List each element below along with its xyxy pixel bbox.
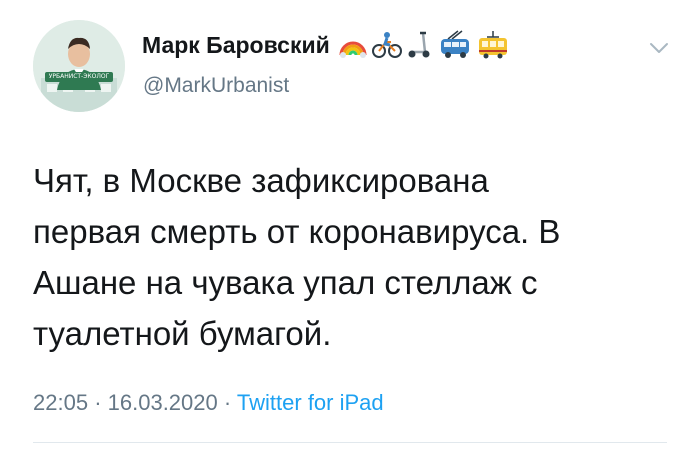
chevron-down-icon[interactable] xyxy=(648,40,670,56)
tweet-line: Ашане на чувака упал стеллаж с xyxy=(33,264,538,301)
author-name-row: Марк Баровский xyxy=(142,30,510,60)
meta-separator: · xyxy=(223,390,232,415)
rainbow-icon xyxy=(339,41,367,58)
tweet-line: туалетной бумагой. xyxy=(33,315,332,352)
trolleybus-icon xyxy=(440,30,469,58)
tweet-line: Чят, в Москве зафиксирована xyxy=(33,162,489,199)
author-emojis xyxy=(338,30,510,60)
avatar[interactable]: УРБАНИСТ-ЭКОЛОГ xyxy=(33,20,125,112)
tweet-line: первая смерть от коронавируса. В xyxy=(33,213,561,250)
tweet-source-link[interactable]: Twitter for iPad xyxy=(237,390,384,415)
author-display-name[interactable]: Марк Баровский xyxy=(142,32,330,59)
author-handle[interactable]: @MarkUrbanist xyxy=(143,74,289,98)
divider xyxy=(33,442,667,443)
tram-icon xyxy=(478,31,507,59)
tweet-text: Чят, в Москве зафиксирована первая смерт… xyxy=(33,155,653,359)
kick-scooter-icon xyxy=(408,31,430,58)
cyclist-icon xyxy=(371,32,402,58)
avatar-badge: УРБАНИСТ-ЭКОЛОГ xyxy=(45,72,113,82)
tweet-date[interactable]: 16.03.2020 xyxy=(108,390,218,415)
meta-separator: · xyxy=(94,390,102,415)
tweet-time[interactable]: 22:05 xyxy=(33,390,88,415)
tweet-meta: 22:05 · 16.03.2020 · Twitter for iPad xyxy=(33,390,384,416)
avatar-image xyxy=(33,20,125,112)
